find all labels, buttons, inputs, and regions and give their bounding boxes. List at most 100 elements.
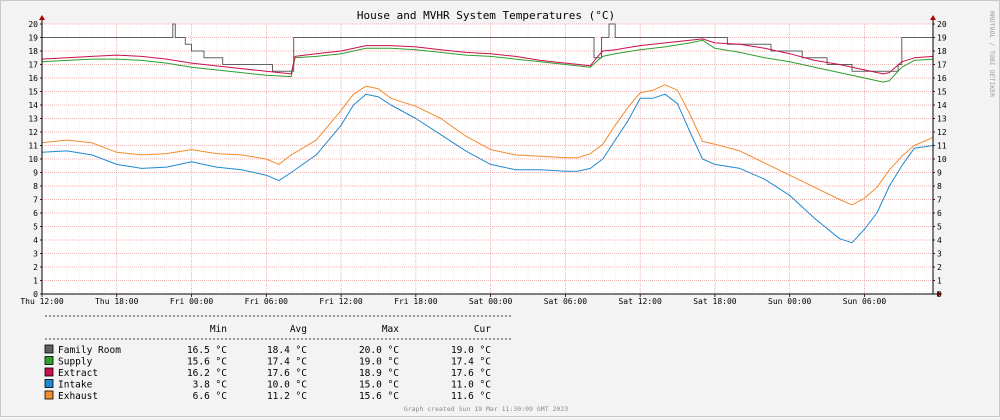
legend-cur-value: 11.6 °C [451,391,491,402]
y-tick-label-left: 2 [33,263,38,272]
y-tick-label-left: 6 [33,209,38,218]
legend-avg-value: 17.4 °C [267,357,307,368]
legend-swatch [44,367,54,377]
y-tick-label-left: 10 [28,155,38,164]
y-tick-label-right: 19 [937,34,947,43]
y-tick-label-left: 8 [33,182,38,191]
x-tick-label: Thu 18:00 [95,297,139,306]
legend-max-value: 18.9 °C [359,368,399,379]
y-tick-label-right: 3 [937,250,942,259]
legend-swatch [44,379,54,388]
y-tick-label-right: 7 [937,196,942,205]
y-tick-label-left: 7 [33,196,38,205]
y-tick-label-left: 16 [28,74,38,83]
y-axis-arrow-right [930,15,936,20]
legend-avg-value: 11.2 °C [267,391,307,402]
legend-avg-value: 17.6 °C [267,368,307,379]
x-tick-label: Sat 12:00 [618,297,662,306]
y-tick-label-right: 6 [937,209,942,218]
y-tick-label-left: 18 [28,47,38,56]
legend-max-value: 20.0 °C [359,345,399,356]
x-tick-label: Fri 06:00 [245,297,289,306]
legend-cur-value: 17.4 °C [451,357,491,368]
legend-series-name: Family Room [58,345,121,356]
x-tick-label: Fri 00:00 [170,297,214,306]
y-tick-label-right: 9 [937,169,942,178]
y-tick-label-left: 14 [28,101,38,110]
y-axis-right: 01234567891011121314151617181920 [933,20,947,299]
legend-avg-value: 10.0 °C [267,380,307,391]
y-tick-label-right: 16 [937,74,947,83]
y-axis-arrow-left [39,15,45,20]
y-tick-label-left: 19 [28,34,38,43]
legend-avg-value: 18.4 °C [267,345,307,356]
y-tick-label-left: 1 [33,277,38,286]
legend-cur-value: 11.0 °C [451,380,491,391]
y-tick-label-right: 2 [937,263,942,272]
legend-min-value: 6.6 °C [193,391,227,402]
legend-swatch [44,344,54,354]
legend-max-value: 15.6 °C [359,391,399,402]
legend-cur-value: 17.6 °C [451,368,491,379]
x-axis: Thu 12:00 Thu 18:00 Fri 00:00 Fri 06:00 Fri … [20,294,886,306]
legend-row-family-room: Family Room 16.5 °C 18.4 °C 20.0 °C 19.0 °C [44,344,491,356]
rrdtool-credit: RRDTOOL / TOBI OETIKER [988,11,996,97]
legend-series-name: Extract [58,368,98,379]
y-tick-label-left: 15 [28,88,38,97]
legend-row-exhaust: Exhaust 6.6 °C 11.2 °C 15.6 °C 11.6 °C [44,390,491,402]
legend: Family Room 16.5 °C 18.4 °C 20.0 °C 19.0 °CS… [44,344,491,402]
x-tick-label: Fri 18:00 [394,297,438,306]
y-tick-label-left: 11 [28,142,38,151]
x-tick-label: Sat 18:00 [693,297,737,306]
graph-created-credit: Graph created Sun 19 Mar 11:30:09 GMT 20… [404,405,568,413]
legend-series-name: Intake [58,380,93,391]
y-tick-label-right: 17 [937,61,947,70]
y-axis-left: 01234567891011121314151617181920 [28,20,42,299]
legend-series-name: Exhaust [58,391,98,402]
legend-row-supply: Supply 15.6 °C 17.4 °C 19.0 °C 17.4 °C [44,356,491,368]
legend-min-value: 16.2 °C [187,368,227,379]
y-tick-label-right: 1 [937,277,942,286]
temperature-chart: 01234567891011121314151617181920 0123456… [20,9,996,413]
y-tick-label-right: 0 [937,290,942,299]
legend-header-cur: Cur [474,324,491,335]
legend-header-min: Min [210,324,227,335]
y-tick-label-left: 12 [28,128,38,137]
legend-min-value: 16.5 °C [187,345,227,356]
legend-cur-value: 19.0 °C [451,345,491,356]
y-tick-label-right: 15 [937,88,947,97]
y-tick-label-right: 14 [937,101,947,110]
y-tick-label-right: 10 [937,155,947,164]
y-tick-label-right: 18 [937,47,947,56]
x-tick-label: Sat 06:00 [544,297,588,306]
legend-swatch [44,390,54,400]
y-tick-label-right: 4 [937,236,942,245]
chart-title: House and MVHR System Temperatures (°C) [357,9,615,22]
legend-min-value: 3.8 °C [193,380,227,391]
legend-header-avg: Avg [290,324,307,335]
y-tick-label-left: 9 [33,169,38,178]
x-tick-label: Sun 06:00 [843,297,887,306]
x-tick-label: Thu 12:00 [20,297,64,306]
y-tick-label-left: 13 [28,115,38,124]
y-tick-label-left: 3 [33,250,38,259]
y-tick-label-left: 4 [33,236,38,245]
legend-row-extract: Extract 16.2 °C 17.6 °C 18.9 °C 17.6 °C [44,367,491,379]
y-tick-label-right: 13 [937,115,947,124]
legend-row-intake: Intake 3.8 °C 10.0 °C 15.0 °C 11.0 °C [44,379,491,391]
y-tick-label-left: 17 [28,61,38,70]
graph-frame: 0 1 2 3 4 5 6 7 8 9 10 11 12 13 14 15 16 17 18 19 20 0123456… [0,0,1000,417]
x-tick-label: Sat 00:00 [469,297,513,306]
y-tick-label-right: 5 [937,223,942,232]
y-tick-label-right: 20 [937,20,947,29]
legend-min-value: 15.6 °C [187,357,227,368]
x-tick-label: Sun 00:00 [768,297,812,306]
y-tick-label-left: 20 [28,20,38,29]
legend-header-max: Max [382,324,399,335]
legend-max-value: 15.0 °C [359,380,399,391]
y-tick-label-left: 5 [33,223,38,232]
legend-max-value: 19.0 °C [359,357,399,368]
y-tick-label-right: 8 [937,182,942,191]
x-tick-label: Fri 12:00 [319,297,363,306]
y-tick-label-right: 11 [937,142,947,151]
